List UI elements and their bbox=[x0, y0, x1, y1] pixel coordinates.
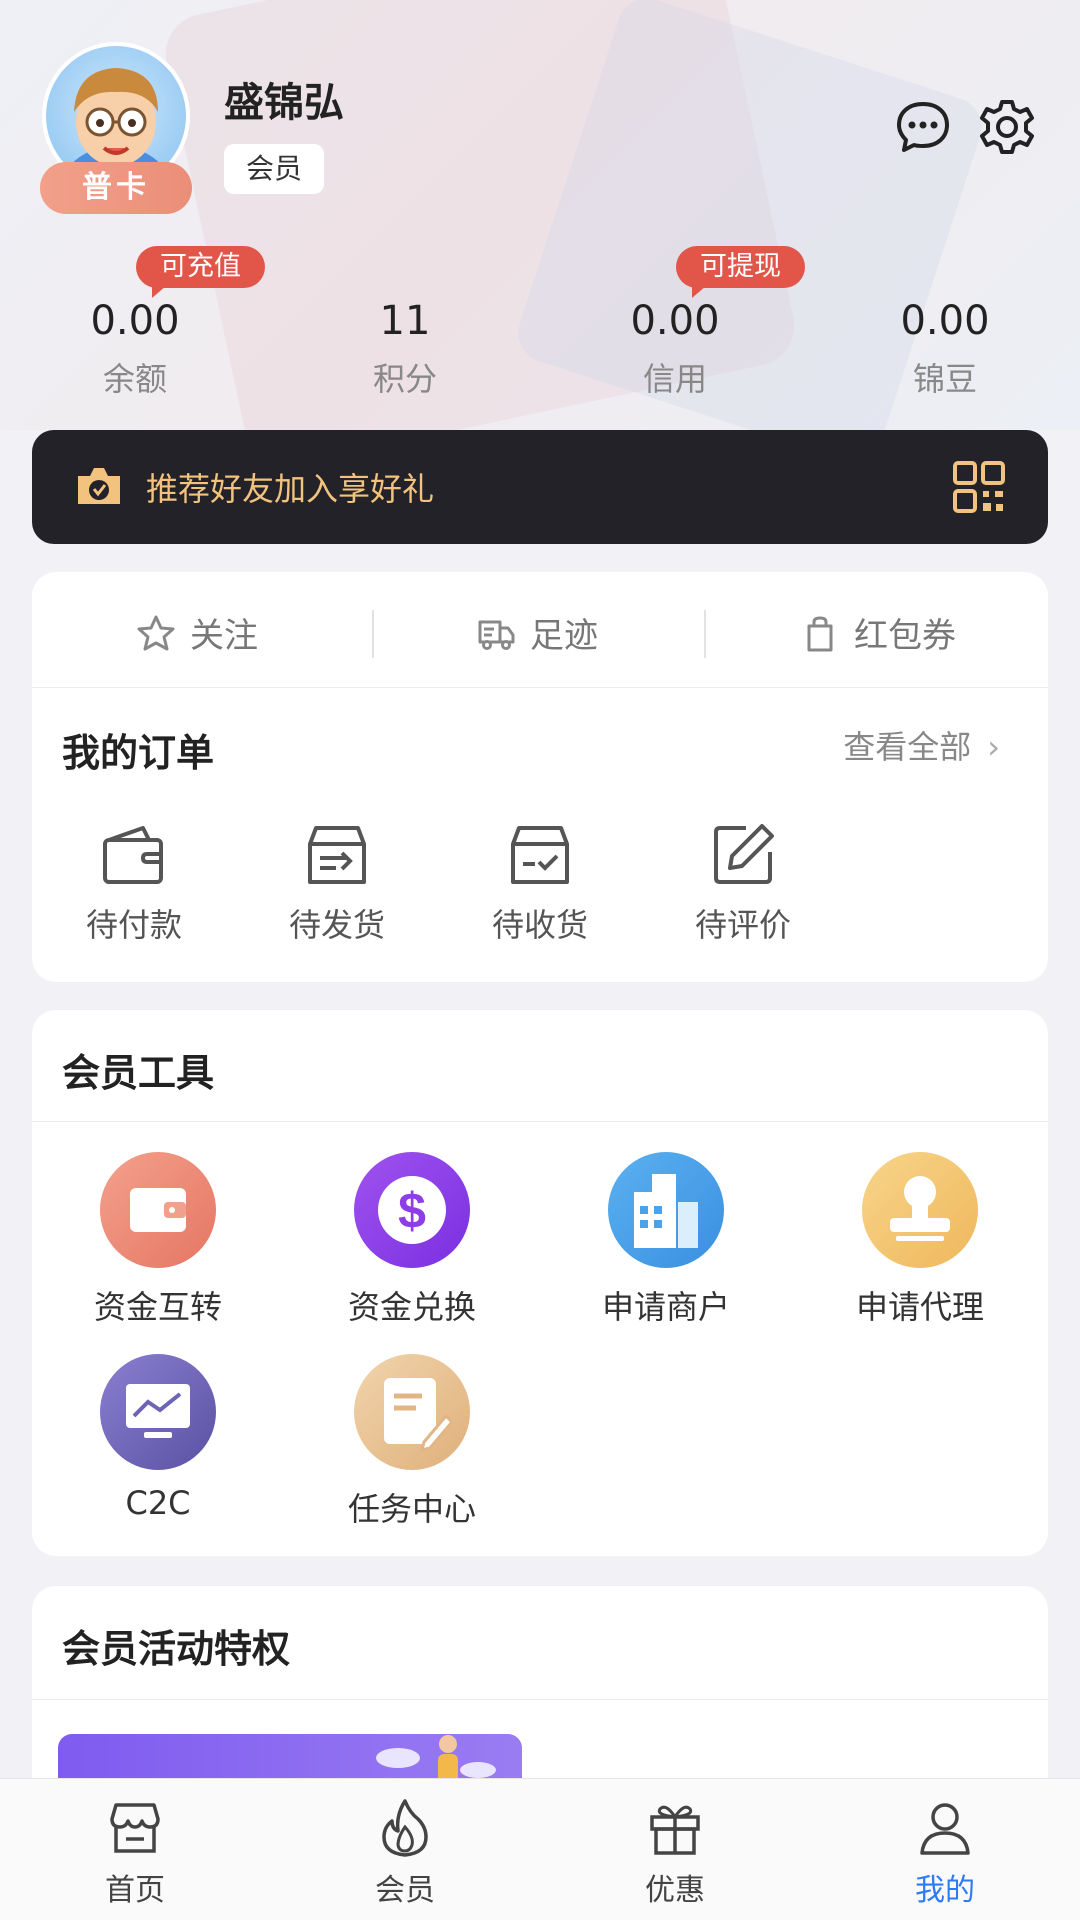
chevron-right-icon: › bbox=[987, 728, 1000, 766]
gear-icon[interactable] bbox=[978, 98, 1036, 156]
quick-link-label: 足迹 bbox=[530, 616, 598, 656]
box-out-icon bbox=[308, 826, 366, 884]
member-tools-card: 会员工具 资金互转 $ 资金兑换 申请商户 申请代理 C2C 任务中心 bbox=[32, 1010, 1048, 1556]
order-label: 待评价 bbox=[694, 906, 791, 944]
order-to-receive[interactable]: 待收货 bbox=[470, 820, 610, 946]
tool-label: 申请商户 bbox=[601, 1288, 730, 1326]
qr-code-icon[interactable] bbox=[952, 460, 1006, 514]
stat-value: 11 bbox=[379, 298, 431, 344]
footprint-truck-icon bbox=[478, 620, 515, 650]
task-note-icon bbox=[354, 1354, 470, 1470]
stat-label: 锦豆 bbox=[912, 360, 977, 398]
tab-offers[interactable]: 优惠 bbox=[540, 1797, 810, 1909]
tab-label: 我的 bbox=[915, 1873, 975, 1908]
order-label: 待收货 bbox=[491, 906, 588, 944]
tool-label: 资金兑换 bbox=[347, 1288, 476, 1326]
camera-coupon-icon bbox=[78, 468, 120, 504]
order-label: 待发货 bbox=[288, 906, 385, 944]
tab-mine[interactable]: 我的 bbox=[810, 1797, 1080, 1909]
tool-task-center[interactable]: 任务中心 bbox=[312, 1354, 512, 1530]
stat-label: 积分 bbox=[372, 360, 437, 398]
gift-icon bbox=[650, 1805, 700, 1855]
avatar-block[interactable]: 普卡 bbox=[40, 42, 192, 214]
tab-home[interactable]: 首页 bbox=[0, 1797, 270, 1909]
orders-title: 我的订单 bbox=[62, 731, 215, 775]
quick-links-row: 关注 足迹 红包券 bbox=[32, 572, 1048, 688]
building-icon bbox=[608, 1152, 724, 1268]
stamp-icon bbox=[862, 1152, 978, 1268]
flame-icon bbox=[382, 1799, 428, 1857]
username: 盛锦弘 bbox=[224, 80, 344, 126]
tool-apply-merchant[interactable]: 申请商户 bbox=[566, 1152, 766, 1328]
withdraw-bubble[interactable]: 可提现 bbox=[676, 246, 805, 298]
edit-icon bbox=[714, 824, 774, 884]
wallet-transfer-icon bbox=[100, 1152, 216, 1268]
member-tag[interactable]: 会员 bbox=[224, 144, 325, 194]
wallet-icon bbox=[103, 826, 163, 884]
divider bbox=[372, 610, 374, 658]
tool-label: 申请代理 bbox=[855, 1288, 984, 1326]
divider bbox=[704, 610, 706, 658]
tab-member[interactable]: 会员 bbox=[270, 1797, 540, 1909]
order-label: 待付款 bbox=[85, 906, 182, 944]
stat-value: 0.00 bbox=[90, 298, 180, 344]
tools-title: 会员工具 bbox=[62, 1051, 215, 1095]
order-to-ship[interactable]: 待发货 bbox=[267, 820, 407, 946]
order-pending-payment[interactable]: 待付款 bbox=[64, 820, 204, 946]
star-icon bbox=[137, 615, 175, 651]
user-icon bbox=[920, 1803, 970, 1855]
tool-apply-agent[interactable]: 申请代理 bbox=[820, 1152, 1020, 1328]
tab-label: 优惠 bbox=[645, 1873, 705, 1908]
view-all-orders-link[interactable]: 查看全部 › bbox=[843, 722, 1016, 768]
bottom-tab-bar: 首页 会员 优惠 我的 bbox=[0, 1778, 1080, 1920]
tool-c2c[interactable]: C2C bbox=[58, 1354, 258, 1522]
card-level-badge: 普卡 bbox=[40, 162, 192, 214]
orders-card: 关注 足迹 红包券 我的订单 查看全部 › 待付款 待发货 待收货 待评价 bbox=[32, 572, 1048, 982]
order-to-review[interactable]: 待评价 bbox=[673, 820, 813, 946]
dollar-icon: $ bbox=[354, 1152, 470, 1268]
svg-text:$: $ bbox=[398, 1183, 426, 1239]
tool-label: 资金互转 bbox=[93, 1288, 222, 1326]
invite-text: 推荐好友加入享好礼 bbox=[146, 470, 435, 508]
stat-label: 信用 bbox=[642, 360, 707, 398]
stat-label: 余额 bbox=[102, 360, 167, 398]
message-icon[interactable] bbox=[894, 98, 952, 156]
chart-monitor-icon bbox=[100, 1354, 216, 1470]
quick-link-label: 红包券 bbox=[854, 616, 956, 656]
tool-fund-exchange[interactable]: $ 资金兑换 bbox=[312, 1152, 512, 1328]
store-icon bbox=[110, 1803, 160, 1853]
tool-label: 任务中心 bbox=[347, 1490, 476, 1528]
bag-icon bbox=[807, 616, 833, 652]
account-stats: 可充值 0.00 余额 11 积分 可提现 0.00 信用 0.00 锦豆 bbox=[0, 240, 1080, 400]
tools-header: 会员工具 bbox=[32, 1010, 1048, 1122]
activity-title: 会员活动特权 bbox=[62, 1627, 291, 1671]
activity-header: 会员活动特权 bbox=[32, 1586, 1048, 1700]
stat-value: 0.00 bbox=[630, 298, 720, 344]
tab-label: 首页 bbox=[105, 1873, 165, 1908]
stat-value: 0.00 bbox=[900, 298, 990, 344]
tool-fund-transfer[interactable]: 资金互转 bbox=[58, 1152, 258, 1328]
recharge-bubble[interactable]: 可充值 bbox=[136, 246, 265, 298]
tool-label: C2C bbox=[125, 1484, 191, 1522]
quick-link-label: 关注 bbox=[190, 616, 258, 656]
view-all-label: 查看全部 bbox=[843, 728, 972, 766]
tab-label: 会员 bbox=[375, 1873, 435, 1908]
invite-banner[interactable]: 推荐好友加入享好礼 bbox=[32, 430, 1048, 544]
box-check-icon bbox=[511, 826, 569, 884]
